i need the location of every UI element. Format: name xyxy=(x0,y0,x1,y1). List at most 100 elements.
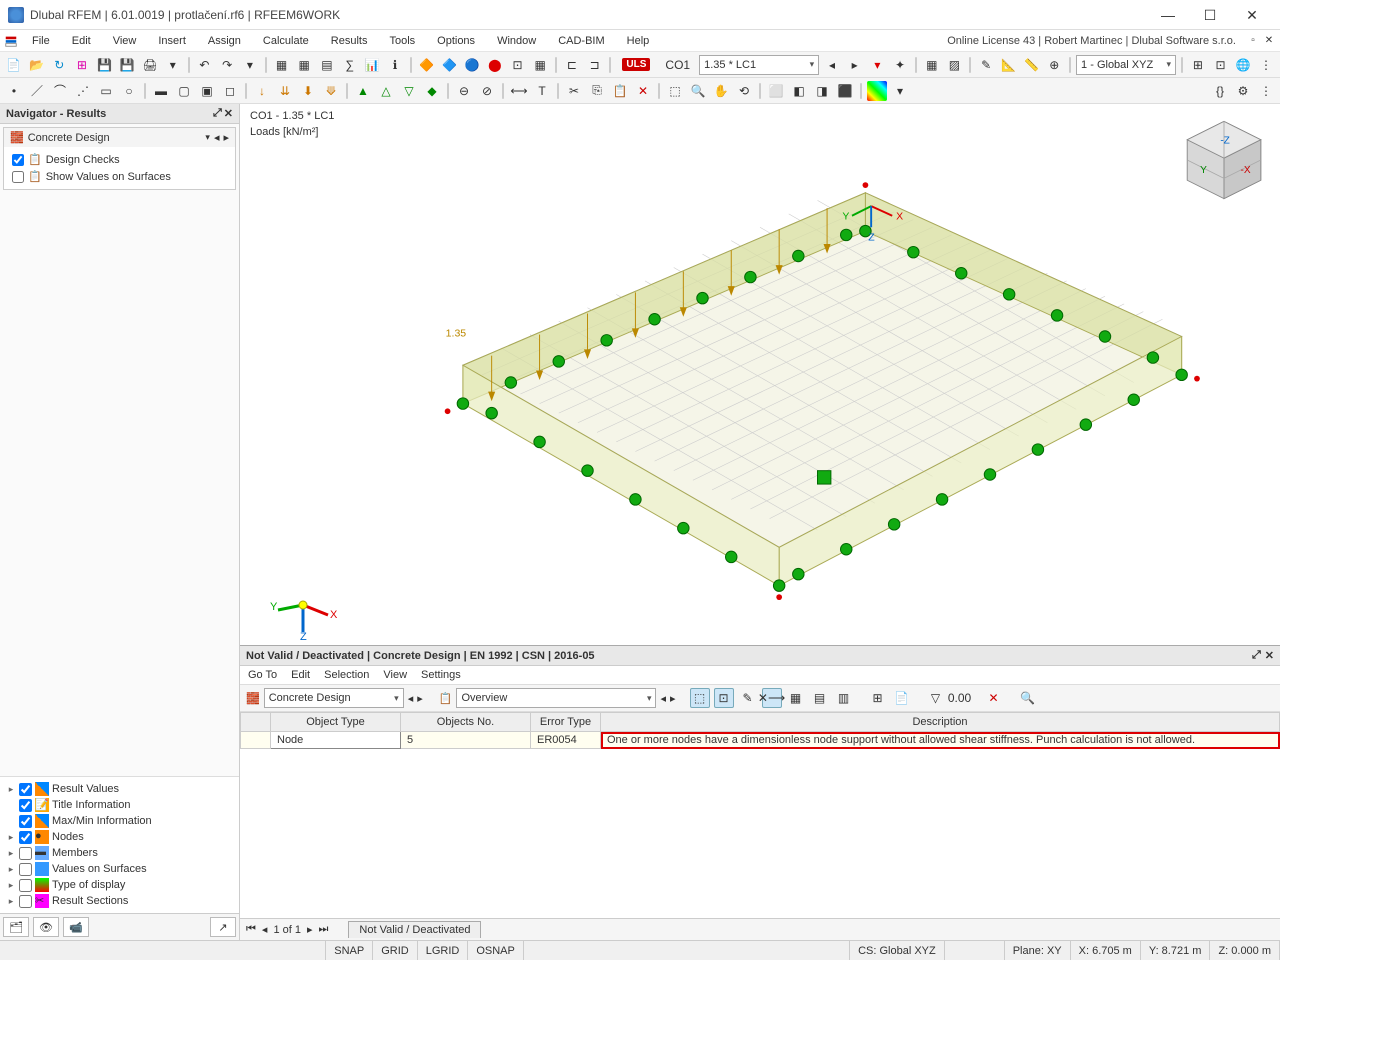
polyline-icon[interactable]: ⋰ xyxy=(73,81,93,101)
mesh2-icon[interactable]: ▨ xyxy=(945,55,965,75)
axes-gizmo[interactable]: X Y Z xyxy=(268,570,338,640)
redo-icon[interactable]: ↷ xyxy=(217,55,237,75)
view2-icon[interactable]: ◧ xyxy=(789,81,809,101)
table1-icon[interactable]: ▦ xyxy=(272,55,292,75)
load1-icon[interactable]: ↓ xyxy=(252,81,272,101)
tool-btn2[interactable]: ✕⟶ xyxy=(762,688,782,708)
gear-icon[interactable]: ⚙ xyxy=(1233,81,1253,101)
tree-title-info[interactable]: 📝Title Information xyxy=(4,797,235,813)
extrude-icon[interactable]: ⊏ xyxy=(562,55,582,75)
th-object-type[interactable]: Object Type xyxy=(271,713,401,732)
tree-display-type[interactable]: ▸Type of display xyxy=(4,877,235,893)
model-view[interactable]: 1.35 X Y Z xyxy=(300,164,1220,662)
zoom-icon[interactable]: 🔍 xyxy=(688,81,708,101)
nav-item-design-checks[interactable]: 📋 Design Checks xyxy=(12,151,227,168)
close-button[interactable]: ✕ xyxy=(1232,3,1272,27)
script-icon[interactable]: {} xyxy=(1210,81,1230,101)
viewport[interactable]: CO1 - 1.35 * LC1 Loads [kN/m²] xyxy=(240,104,1280,940)
delete-icon[interactable]: ✕ xyxy=(633,81,653,101)
rect-icon[interactable]: ▭ xyxy=(96,81,116,101)
menu-options[interactable]: Options xyxy=(427,33,485,49)
tree-values-surfaces[interactable]: ▸Values on Surfaces xyxy=(4,861,235,877)
extra1-icon[interactable]: ⊞ xyxy=(1188,55,1208,75)
pager-tab[interactable]: Not Valid / Deactivated xyxy=(348,921,481,938)
minimize-button[interactable]: — xyxy=(1148,3,1188,27)
table-row[interactable]: Node 5 ER0054 One or more nodes have a d… xyxy=(241,732,1280,749)
menu-edit[interactable]: Edit xyxy=(62,33,101,49)
checkbox[interactable] xyxy=(12,171,24,183)
load3-icon[interactable]: ⬇ xyxy=(298,81,318,101)
menu-cadbim[interactable]: CAD-BIM xyxy=(548,33,614,49)
more2-icon[interactable]: ▾ xyxy=(890,81,910,101)
tool-c-icon[interactable]: 📏 xyxy=(1022,55,1042,75)
th-description[interactable]: Description xyxy=(601,713,1280,732)
bp-edit[interactable]: Edit xyxy=(291,669,310,681)
maximize-button[interactable]: ☐ xyxy=(1190,3,1230,27)
tool-b-icon[interactable]: 📐 xyxy=(999,55,1019,75)
menu-insert[interactable]: Insert xyxy=(148,33,196,49)
pager-next-icon[interactable]: ▸ xyxy=(307,923,313,936)
status-grid[interactable]: GRID xyxy=(373,941,418,960)
rotate-icon[interactable]: ⟲ xyxy=(734,81,754,101)
menu-results[interactable]: Results xyxy=(321,33,378,49)
support1-icon[interactable]: ▲ xyxy=(353,81,373,101)
menu-assign[interactable]: Assign xyxy=(198,33,251,49)
member-icon[interactable]: ▬ xyxy=(151,81,171,101)
status-osnap[interactable]: OSNAP xyxy=(468,941,524,960)
results3-icon[interactable]: 🔵 xyxy=(462,55,482,75)
grid-icon[interactable]: ⊞ xyxy=(72,55,92,75)
design-type-combo[interactable]: Concrete Design xyxy=(264,688,404,708)
pager-first-icon[interactable]: ⏮ xyxy=(246,923,256,936)
nav-tab3-icon[interactable]: 📹 xyxy=(63,917,89,937)
bp-selection[interactable]: Selection xyxy=(324,669,369,681)
status-snap[interactable]: SNAP xyxy=(326,941,373,960)
next-icon[interactable]: ▸ xyxy=(417,692,423,705)
tree-members[interactable]: ▸▬Members xyxy=(4,845,235,861)
th-objects-no[interactable]: Objects No. xyxy=(401,713,531,732)
bp-view[interactable]: View xyxy=(383,669,407,681)
status-lgrid[interactable]: LGRID xyxy=(418,941,469,960)
nav-section-header[interactable]: 🧱 Concrete Design ▾ ◂ ▸ xyxy=(4,128,235,147)
paste-icon[interactable]: 📋 xyxy=(610,81,630,101)
star-icon[interactable]: ✦ xyxy=(890,55,910,75)
checkbox[interactable] xyxy=(12,154,24,166)
extrude2-icon[interactable]: ⊐ xyxy=(585,55,605,75)
cut-icon[interactable]: ✂ xyxy=(564,81,584,101)
results4-icon[interactable]: ⬤ xyxy=(485,55,505,75)
recent-icon[interactable]: ↻ xyxy=(49,55,69,75)
table-btn1[interactable]: ▦ xyxy=(786,688,806,708)
extra3-icon[interactable]: 🌐 xyxy=(1233,55,1253,75)
panel-close-icon[interactable]: ✕ xyxy=(1265,649,1274,662)
tool-d-icon[interactable]: ⊕ xyxy=(1044,55,1064,75)
report-btn[interactable]: 📄 xyxy=(892,688,912,708)
filter-icon[interactable]: ▾ xyxy=(868,55,888,75)
global-cs-combo[interactable]: 1 - Global XYZ xyxy=(1076,55,1176,75)
results5-icon[interactable]: ⊡ xyxy=(508,55,528,75)
arc-icon[interactable]: ⌒ xyxy=(50,81,70,101)
surface-icon[interactable]: ▢ xyxy=(174,81,194,101)
history-icon[interactable]: ▾ xyxy=(240,55,260,75)
support4-icon[interactable]: ◆ xyxy=(422,81,442,101)
nav-tab2-icon[interactable]: 👁 xyxy=(33,917,59,937)
tree-result-sections[interactable]: ▸✂Result Sections xyxy=(4,893,235,909)
dim-icon[interactable]: ⟷ xyxy=(509,81,529,101)
save-icon[interactable]: 💾 xyxy=(95,55,115,75)
search-icon[interactable]: 🔍 xyxy=(1018,688,1038,708)
load4-icon[interactable]: ⟱ xyxy=(321,81,341,101)
info-icon[interactable]: ℹ xyxy=(385,55,405,75)
table3-icon[interactable]: ▤ xyxy=(317,55,337,75)
tool-a-icon[interactable]: ✎ xyxy=(976,55,996,75)
view3-icon[interactable]: ◨ xyxy=(812,81,832,101)
line-icon[interactable]: ／ xyxy=(27,81,47,101)
th-error-type[interactable]: Error Type xyxy=(531,713,601,732)
clear-btn[interactable]: ✕ xyxy=(984,688,1004,708)
pager-prev-icon[interactable]: ◂ xyxy=(262,923,268,936)
solid-icon[interactable]: ▣ xyxy=(197,81,217,101)
load-combo[interactable]: 1.35 * LC1 xyxy=(699,55,819,75)
chart-icon[interactable]: 📊 xyxy=(362,55,382,75)
menu-file[interactable]: File xyxy=(22,33,60,49)
undo-icon[interactable]: ↶ xyxy=(195,55,215,75)
nav-tab4-icon[interactable]: ↗ xyxy=(210,917,236,937)
load2-icon[interactable]: ⇊ xyxy=(275,81,295,101)
bp-goto[interactable]: Go To xyxy=(248,669,277,681)
